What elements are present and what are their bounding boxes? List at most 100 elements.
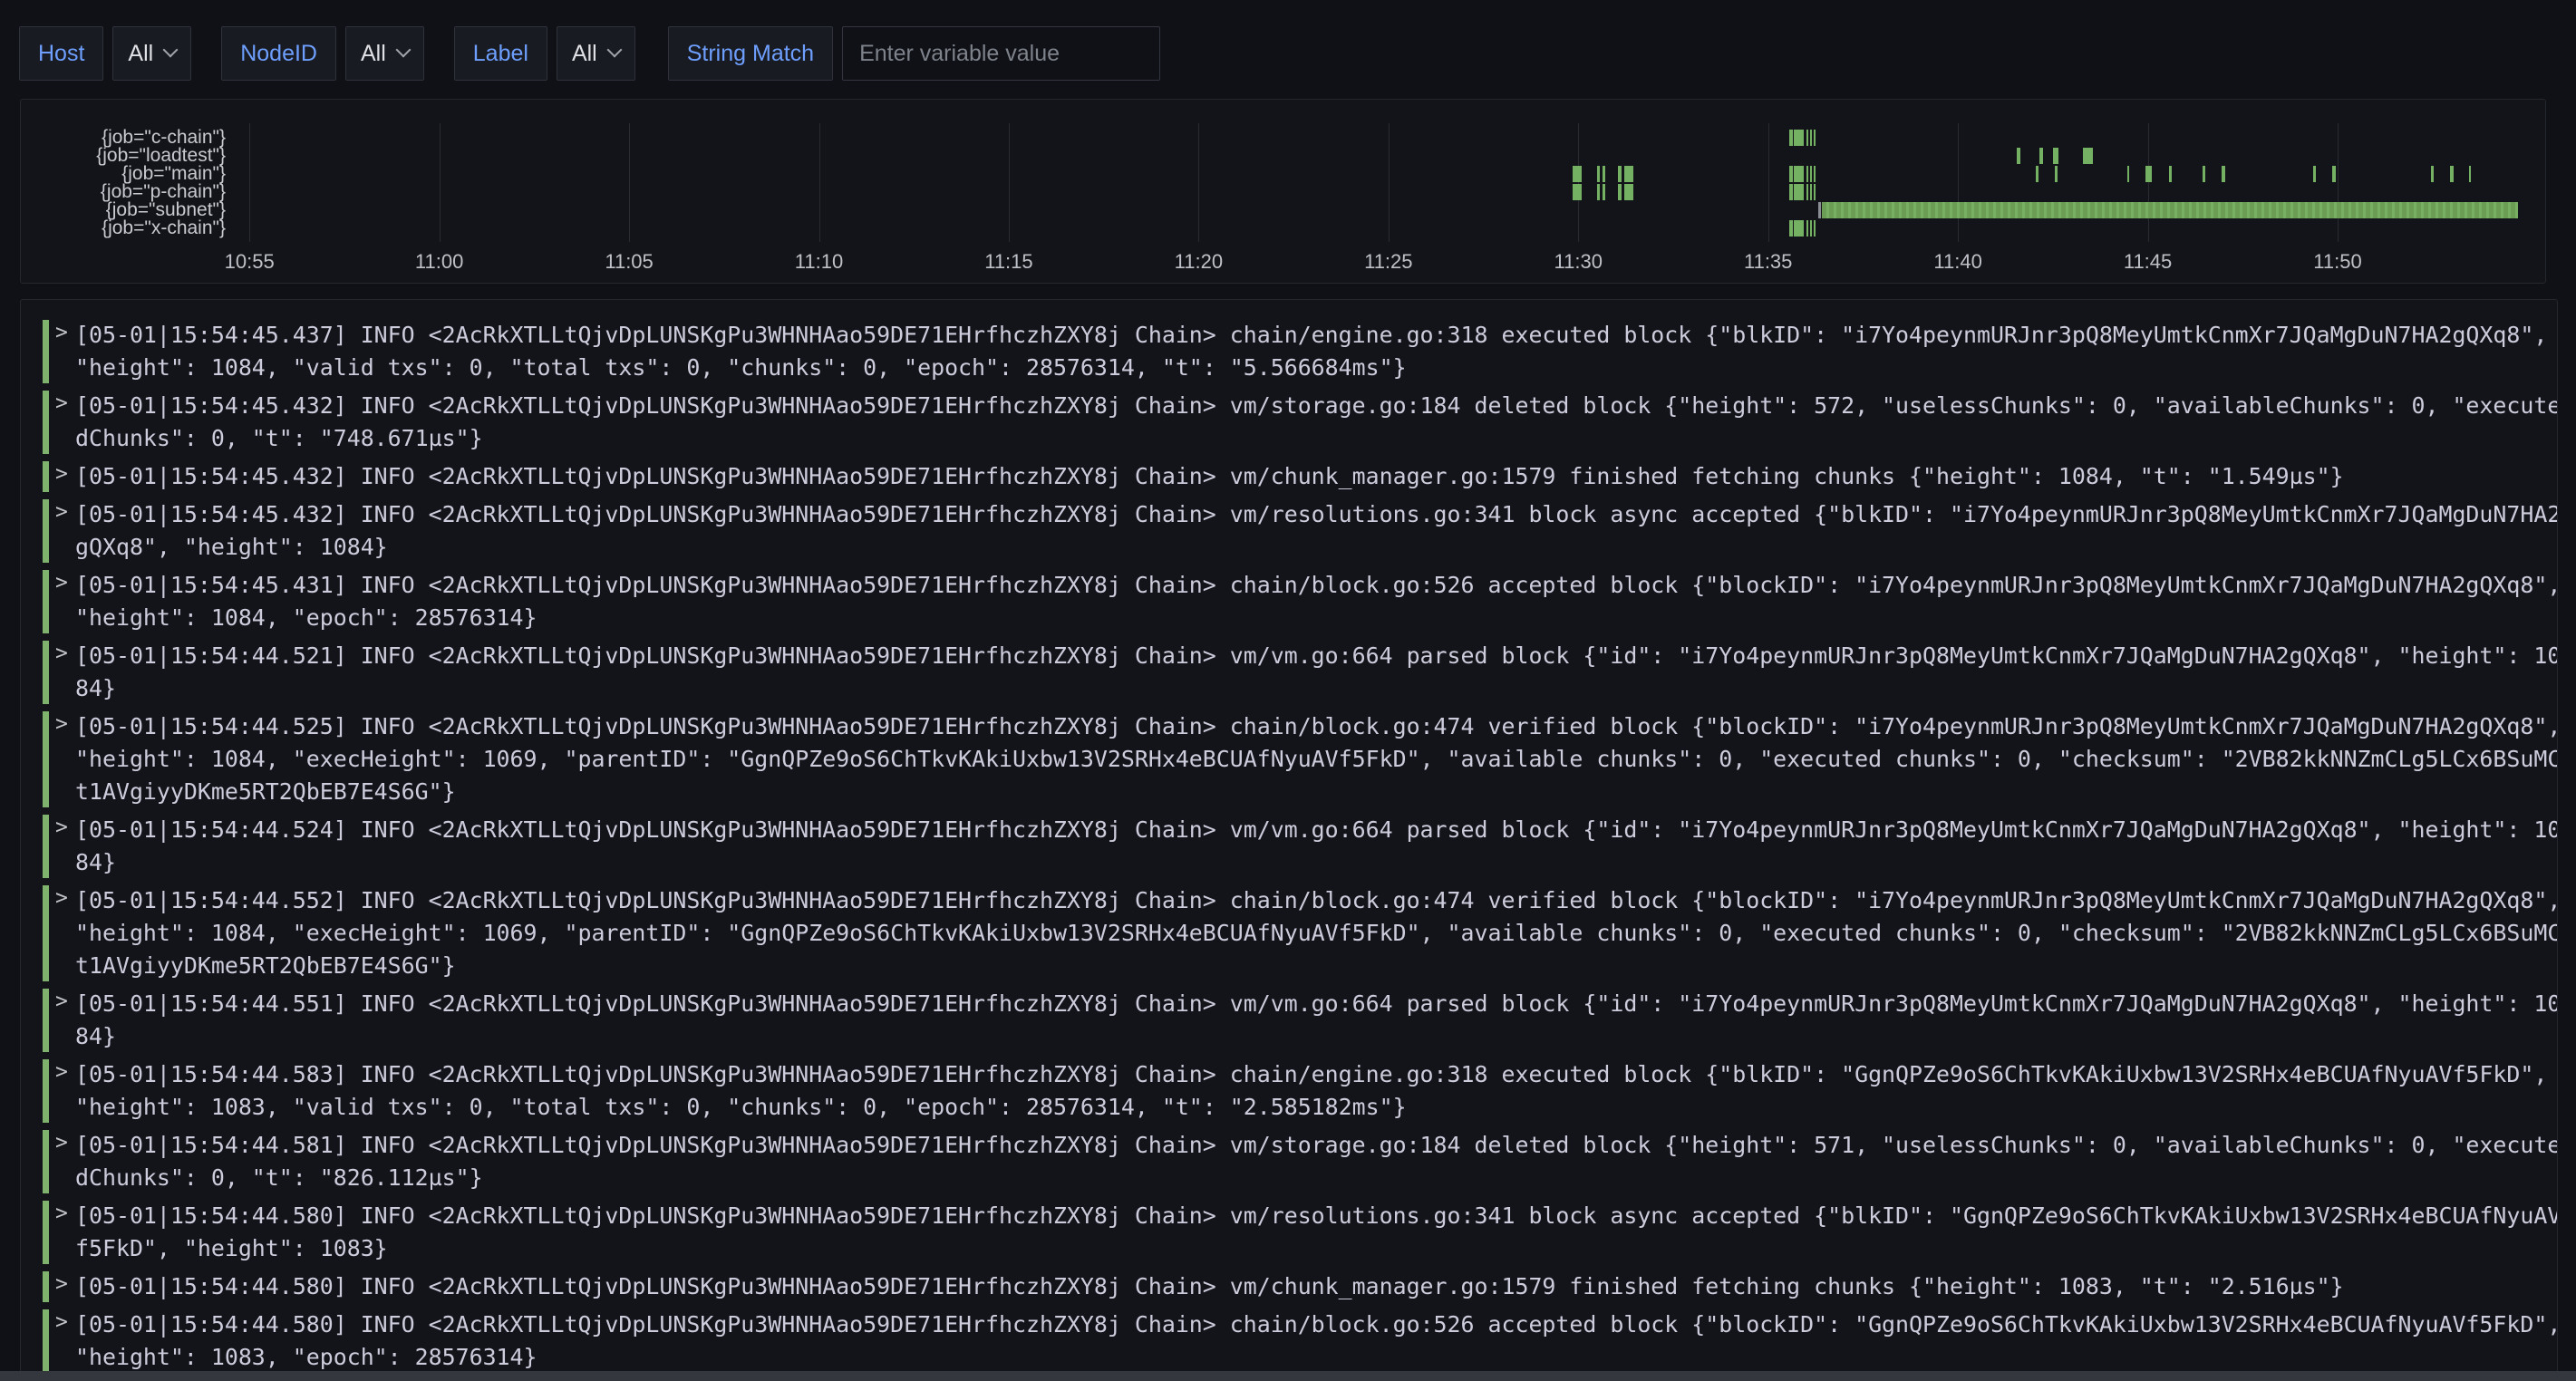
log-row[interactable]: >[05-01|15:54:45.432] INFO <2AcRkXTLLtQj… <box>21 389 2557 456</box>
x-axis-tick-label: 11:40 <box>1933 250 1981 274</box>
log-message: [05-01|15:54:44.583] INFO <2AcRkXTLLtQjv… <box>75 1058 2558 1124</box>
timeline-segment <box>1618 184 1622 200</box>
variable-group-label: Label All <box>454 26 635 81</box>
timeline-segment <box>1789 166 1793 182</box>
variable-group-string-match: String Match <box>668 26 1160 81</box>
log-message: [05-01|15:54:44.581] INFO <2AcRkXTLLtQjv… <box>75 1129 2558 1194</box>
timeline-segment <box>1603 184 1605 200</box>
expand-chevron-icon[interactable]: > <box>55 1272 68 1296</box>
timeline-series-labels: {job="c-chain"}{job="loadtest"}{job="mai… <box>21 123 235 243</box>
timeline-segment <box>1573 166 1582 182</box>
timeline-segment <box>1810 184 1813 200</box>
expand-chevron-icon[interactable]: > <box>55 816 68 839</box>
log-level-bar <box>43 1309 49 1373</box>
expand-chevron-icon[interactable]: > <box>55 462 68 486</box>
log-level-bar <box>43 1271 49 1302</box>
log-row[interactable]: >[05-01|15:54:44.521] INFO <2AcRkXTLLtQj… <box>21 639 2557 706</box>
timeline-segment <box>1814 130 1816 146</box>
gridline <box>1198 123 1199 242</box>
series-label: {job="loadtest"} <box>96 147 226 165</box>
variable-select-host[interactable]: All <box>112 26 191 81</box>
log-message: [05-01|15:54:44.524] INFO <2AcRkXTLLtQjv… <box>75 814 2558 879</box>
timeline-segment <box>1818 202 1821 218</box>
log-message: [05-01|15:54:44.580] INFO <2AcRkXTLLtQjv… <box>75 1309 2558 1374</box>
log-message: [05-01|15:54:45.437] INFO <2AcRkXTLLtQjv… <box>75 319 2558 384</box>
log-row[interactable]: > [05-01|15:54:45.432] INFO <2AcRkXTLLtQj… <box>21 497 2557 565</box>
log-volume-timeline-panel: {job="c-chain"}{job="loadtest"}{job="mai… <box>20 99 2546 284</box>
timeline-segment <box>1806 166 1809 182</box>
log-message: [05-01|15:54:44.580] INFO <2AcRkXTLLtQjv… <box>75 1270 2558 1303</box>
timeline-segment <box>1806 130 1809 146</box>
variable-value-label: All <box>572 41 597 67</box>
gridline <box>1009 123 1010 242</box>
expand-chevron-icon[interactable]: > <box>55 1131 68 1154</box>
timeline-segment <box>2469 166 2472 182</box>
gridline <box>249 123 250 242</box>
log-message: [05-01|15:54:45.432] INFO <2AcRkXTLLtQjv… <box>75 460 2558 493</box>
timeline-segment <box>1573 184 1582 200</box>
timeline-segment <box>1822 202 2518 218</box>
expand-chevron-icon[interactable]: > <box>55 1060 68 1084</box>
log-level-bar <box>43 711 49 807</box>
timeline-segment <box>1597 166 1600 182</box>
expand-chevron-icon[interactable]: > <box>55 321 68 344</box>
timeline-segment <box>2036 166 2039 182</box>
log-level-bar <box>43 815 49 878</box>
log-level-bar <box>43 570 49 633</box>
gridline <box>2338 123 2339 242</box>
variable-label-host: Host <box>19 26 103 81</box>
log-row[interactable]: > [05-01|15:54:44.580] INFO <2AcRkXTLLtQj… <box>21 1308 2557 1374</box>
x-axis-tick-label: 11:25 <box>1364 250 1412 274</box>
timeline-segment <box>1794 220 1804 237</box>
expand-chevron-icon[interactable]: > <box>55 571 68 594</box>
x-axis-tick-label: 11:20 <box>1175 250 1223 274</box>
log-message: [05-01|15:54:45.432] INFO <2AcRkXTLLtQjv… <box>75 498 2558 564</box>
log-list: > [05-01|15:54:45.437] INFO <2AcRkXTLLtQj… <box>21 318 2557 1374</box>
expand-chevron-icon[interactable]: > <box>55 712 68 736</box>
horizontal-scrollbar[interactable] <box>0 1371 2576 1381</box>
variable-select-label[interactable]: All <box>557 26 635 81</box>
logs-panel: > [05-01|15:54:45.437] INFO <2AcRkXTLLtQj… <box>20 299 2558 1374</box>
x-axis-tick-label: 11:00 <box>415 250 463 274</box>
expand-chevron-icon[interactable]: > <box>55 1310 68 1334</box>
gridline <box>1578 123 1579 242</box>
expand-chevron-icon[interactable]: > <box>55 391 68 415</box>
chevron-down-icon <box>606 43 622 58</box>
expand-chevron-icon[interactable]: > <box>55 500 68 524</box>
expand-chevron-icon[interactable]: > <box>55 1202 68 1225</box>
timeline-segment <box>2083 148 2092 164</box>
log-row[interactable]: > [05-01|15:54:45.437] INFO <2AcRkXTLLtQj… <box>21 318 2557 385</box>
log-level-bar <box>43 1059 49 1123</box>
log-row[interactable]: >[05-01|15:54:45.431] INFO <2AcRkXTLLtQj… <box>21 568 2557 635</box>
log-message: [05-01|15:54:44.552] INFO <2AcRkXTLLtQjv… <box>75 884 2558 982</box>
variable-group-host: Host All <box>19 26 191 81</box>
x-axis-tick-label: 11:15 <box>984 250 1032 274</box>
string-match-input[interactable] <box>842 26 1160 81</box>
log-row[interactable]: > [05-01|15:54:44.524] INFO <2AcRkXTLLtQj… <box>21 813 2557 880</box>
log-level-bar <box>43 1130 49 1193</box>
log-row[interactable]: > [05-01|15:54:44.525] INFO <2AcRkXTLLtQj… <box>21 710 2557 809</box>
timeline-segment <box>2332 166 2336 182</box>
gridline <box>1389 123 1390 242</box>
timeline-segment <box>2203 166 2205 182</box>
log-level-bar <box>43 320 49 383</box>
log-row[interactable]: >[05-01|15:54:44.580] INFO <2AcRkXTLLtQj… <box>21 1199 2557 1266</box>
log-row[interactable]: > [05-01|15:54:44.583] INFO <2AcRkXTLLtQj… <box>21 1057 2557 1125</box>
timeline-plot[interactable] <box>246 123 2539 243</box>
log-row[interactable]: > [05-01|15:54:44.552] INFO <2AcRkXTLLtQj… <box>21 884 2557 983</box>
log-row[interactable]: > [05-01|15:54:44.580] INFO <2AcRkXTLLtQj… <box>21 1270 2557 1304</box>
log-row[interactable]: > [05-01|15:54:44.581] INFO <2AcRkXTLLtQj… <box>21 1128 2557 1195</box>
variable-label-nodeid: NodeID <box>221 26 336 81</box>
timeline-segment <box>1806 184 1809 200</box>
expand-chevron-icon[interactable]: > <box>55 886 68 910</box>
log-row[interactable]: > [05-01|15:54:45.432] INFO <2AcRkXTLLtQj… <box>21 459 2557 494</box>
expand-chevron-icon[interactable]: > <box>55 642 68 665</box>
expand-chevron-icon[interactable]: > <box>55 990 68 1013</box>
log-level-bar <box>43 885 49 981</box>
variable-label-label: Label <box>454 26 547 81</box>
variable-select-nodeid[interactable]: All <box>345 26 424 81</box>
log-message: [05-01|15:54:44.551] INFO <2AcRkXTLLtQjv… <box>75 988 2558 1053</box>
log-message: [05-01|15:54:44.525] INFO <2AcRkXTLLtQjv… <box>75 710 2558 808</box>
timeline-segment <box>2313 166 2316 182</box>
log-row[interactable]: > [05-01|15:54:44.551] INFO <2AcRkXTLLtQj… <box>21 987 2557 1054</box>
